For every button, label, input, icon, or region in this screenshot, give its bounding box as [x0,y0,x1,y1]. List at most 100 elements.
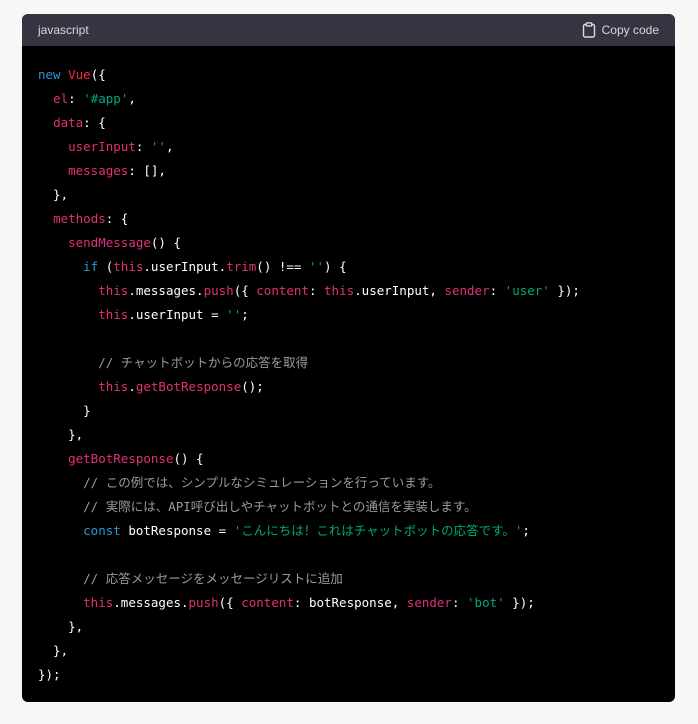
code-token: .messages. [128,283,204,298]
code-header: javascript Copy code [22,14,675,46]
code-token: ; [241,307,249,322]
code-token: this [113,259,144,274]
code-line: // 実際には、API呼び出しやチャットボットとの通信を実装します。 [38,495,659,519]
code-line: // チャットボットからの応答を取得 [38,351,659,375]
code-token: ({ [90,67,106,82]
code-body: new Vue({ el: '#app', data: { userInput:… [22,46,675,687]
code-token: .userInput = [128,307,227,322]
code-token: const [83,523,121,538]
code-token: } [38,403,91,418]
code-line: methods: { [38,207,659,231]
code-token: }); [504,595,535,610]
code-token: }); [549,283,580,298]
code-token: sender [406,595,452,610]
code-token: , [128,91,136,106]
code-line: if (this.userInput.trim() !== '') { [38,255,659,279]
code-token: , [165,139,174,154]
code-token: this [98,307,129,322]
code-line: getBotResponse() { [38,447,659,471]
code-line: }, [38,423,659,447]
code-token: '' [226,307,242,322]
code-token: botResponse = [120,523,234,538]
code-token: (); [241,379,264,394]
code-token: : botResponse, [293,595,407,610]
code-line: sendMessage() { [38,231,659,255]
code-line: }, [38,615,659,639]
code-token: sender [444,283,490,298]
copy-code-button[interactable]: Copy code [582,22,659,38]
code-line: // この例では、シンプルなシミュレーションを行っています。 [38,471,659,495]
code-token: push [203,283,234,298]
code-token: content [241,595,294,610]
code-token: ({ [218,595,242,610]
code-token: this [83,595,114,610]
code-token: .messages. [113,595,189,610]
code-token: getBotResponse [135,379,242,394]
code-token: getBotResponse [68,451,174,466]
code-token: : [68,91,84,106]
code-token: }); [38,667,61,682]
code-token: }, [38,643,69,658]
code-token: ) { [324,259,347,274]
code-token: Vue [68,67,91,82]
code-token: 'こんにちは！これはチャットボットの応答です。' [233,523,523,538]
code-token: '' [308,259,325,274]
code-line: data: { [38,111,659,135]
code-token: content [256,283,309,298]
code-token: // 実際には、API呼び出しやチャットボットとの通信を実装します。 [83,499,477,514]
code-token: '#app' [83,91,129,106]
code-token: 'bot' [467,595,505,610]
code-line: this.messages.push({ content: botRespons… [38,591,659,615]
code-token: ; [522,523,530,538]
code-line: this.userInput = ''; [38,303,659,327]
code-token: : [], [128,163,166,178]
code-token: trim [226,259,257,274]
code-token: el [53,91,69,106]
code-line: } [38,399,659,423]
code-token: () { [173,451,204,466]
code-token: this [98,379,129,394]
code-token: '' [150,139,166,154]
code-line: this.messages.push({ content: this.userI… [38,279,659,303]
code-line: messages: [], [38,159,659,183]
code-token: ( [98,259,114,274]
code-line: // 応答メッセージをメッセージリストに追加 [38,567,659,591]
code-block: javascript Copy code new Vue({ el: '#app… [22,14,675,702]
code-token: }, [38,619,84,634]
code-token: this [324,283,355,298]
code-token: : { [105,211,129,226]
code-line: this.getBotResponse(); [38,375,659,399]
code-token: .userInput, [354,283,445,298]
code-line: }, [38,639,659,663]
code-token: : [489,283,505,298]
code-token: messages [68,163,129,178]
code-token: this [98,283,129,298]
code-line: }, [38,183,659,207]
language-label: javascript [38,23,89,37]
code-line: new Vue({ [38,63,659,87]
code-token: userInput [68,139,136,154]
code-line: el: '#app', [38,87,659,111]
code-token: if [83,259,99,274]
code-token: : { [83,115,106,130]
copy-code-label: Copy code [601,23,659,37]
code-token: }, [38,427,84,442]
code-content: new Vue({ el: '#app', data: { userInput:… [38,63,659,687]
code-token: // 応答メッセージをメッセージリストに追加 [83,571,343,586]
code-token: () { [150,235,182,250]
code-token: .userInput. [143,259,227,274]
